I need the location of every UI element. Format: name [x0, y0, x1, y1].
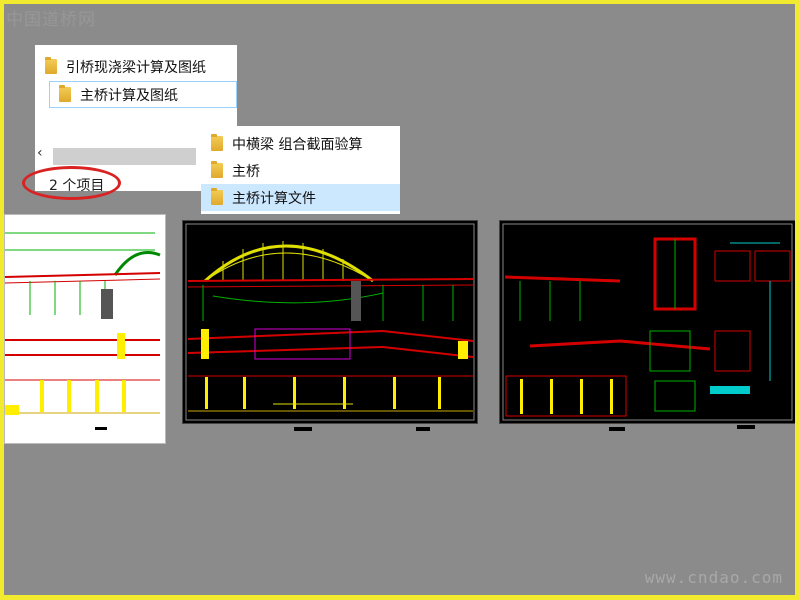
- folder-row-approach-bridge[interactable]: 引桥现浇梁计算及图纸: [35, 53, 237, 80]
- cad-drawing-1: [5, 232, 161, 430]
- folder-row-cross-beam[interactable]: 中横梁 组合截面验算: [201, 130, 400, 157]
- scale-bar: [609, 427, 625, 431]
- folder-icon: [59, 85, 71, 102]
- screenshot-stage: 中国道桥网 引桥现浇梁计算及图纸 主桥计算及图纸 ‹ 2 个项目 中横梁 组合截…: [4, 4, 795, 595]
- folder-row-main-bridge-calc[interactable]: 主桥计算文件: [201, 184, 400, 211]
- folder-row-main-bridge[interactable]: 主桥计算及图纸: [49, 81, 237, 108]
- folder-icon: [211, 188, 223, 205]
- drawing-thumbnail-3[interactable]: [499, 220, 795, 424]
- folder-icon: [211, 134, 223, 151]
- watermark-bottom: www.cndao.com: [644, 568, 783, 587]
- scroll-left-arrow-icon[interactable]: ‹: [37, 145, 43, 161]
- folder-label: 主桥计算及图纸: [80, 87, 178, 104]
- drawing-thumbnail-2[interactable]: [182, 220, 478, 424]
- cad-drawing-3: [502, 223, 793, 421]
- scale-bar: [737, 425, 755, 429]
- folder-row-main-bridge[interactable]: 主桥: [201, 157, 400, 184]
- folder-icon: [211, 161, 223, 178]
- scale-bar: [416, 427, 430, 431]
- drawing-thumbnail-1[interactable]: [4, 214, 166, 444]
- folder-icon: [45, 57, 57, 74]
- watermark-top: 中国道桥网: [6, 10, 96, 30]
- folder-label: 中横梁 组合截面验算: [232, 136, 363, 153]
- horizontal-scrollbar[interactable]: [53, 148, 196, 165]
- scale-bar: [294, 427, 312, 431]
- folder-label: 主桥: [232, 163, 260, 180]
- highlight-ring: [22, 166, 121, 200]
- child-folder-panel: 中横梁 组合截面验算 主桥 主桥计算文件: [201, 126, 400, 214]
- folder-label: 引桥现浇梁计算及图纸: [66, 59, 206, 76]
- cad-drawing-2: [185, 223, 475, 421]
- folder-label: 主桥计算文件: [232, 190, 316, 207]
